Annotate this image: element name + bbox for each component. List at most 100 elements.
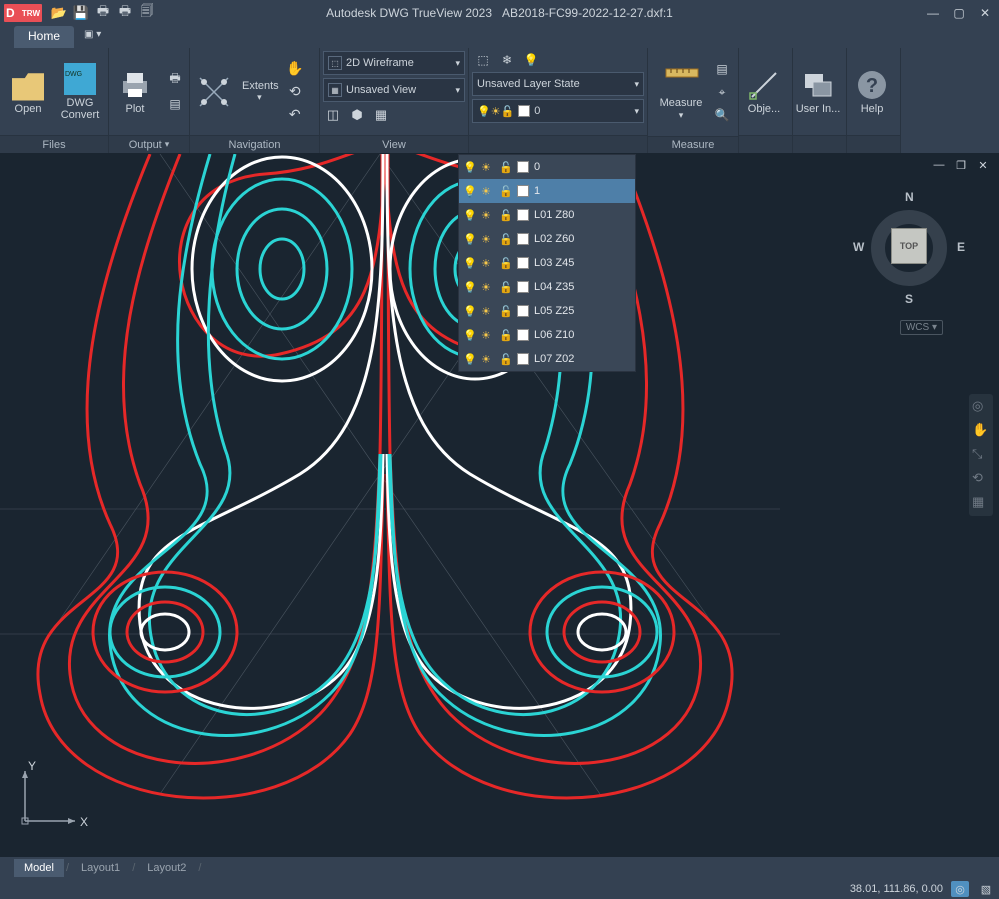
minimize-button[interactable]: — [923, 4, 943, 22]
navbar-zoom-icon[interactable]: ⤡ [972, 446, 990, 464]
navigation-bar: ◎ ✋ ⤡ ⟲ ▦ [969, 394, 993, 516]
list-icon[interactable]: ▤ [712, 59, 732, 79]
tab-model[interactable]: Model [14, 859, 64, 877]
panel-output: Plot 🖶 ▤ Output▾ [109, 48, 190, 153]
visual-style-dropdown[interactable]: ⬚ 2D Wireframe▾ [323, 51, 465, 75]
orbit-icon[interactable]: ⟲ [285, 82, 305, 102]
status-toggle-2[interactable]: ▧ [977, 881, 995, 897]
named-view-dropdown[interactable]: ▦ Unsaved View▾ [323, 78, 465, 102]
dwg-convert-button[interactable]: DWG Convert [54, 50, 106, 134]
panel-view-title: View [320, 135, 468, 153]
help-icon: ? [856, 69, 888, 101]
navbar-showmotion-icon[interactable]: ▦ [972, 494, 990, 512]
panel-layers: ⬚ ❄ 💡 Unsaved Layer State▾ 💡 ☀ 🔓 0▾ [469, 48, 648, 153]
zoom-extents-button[interactable] [194, 72, 234, 112]
ribbon-tabstrip: Home ▣ ▾ [0, 26, 999, 48]
layer-current-dropdown[interactable]: 💡 ☀ 🔓 0▾ [472, 99, 644, 123]
app-logo: TRW [4, 4, 42, 22]
open-button[interactable]: Open [2, 50, 54, 134]
osnap-button[interactable]: Obje... [739, 50, 789, 134]
panel-files: Open DWG Convert Files [0, 48, 109, 153]
status-bar: 38.01, 111.86, 0.00 ◎ ▧ [0, 879, 999, 899]
ui-button[interactable]: User In... [793, 50, 843, 134]
wcs-indicator[interactable]: WCS ▾ [900, 320, 943, 335]
extents-dropdown-icon[interactable]: ▾ [240, 92, 279, 103]
qat-print-icon[interactable]: 🖶 [94, 4, 112, 22]
panel-measure-title: Measure [648, 136, 738, 153]
dwg-icon [64, 63, 96, 95]
viewcube[interactable]: N S W E TOP [849, 188, 969, 308]
compass-n[interactable]: N [905, 190, 914, 204]
svg-text:?: ? [866, 75, 878, 97]
layer-props-icon[interactable]: ⬚ [474, 51, 492, 69]
status-toggle-1[interactable]: ◎ [951, 881, 969, 897]
layer-dropdown-list[interactable]: 💡☀🔓0 💡☀🔓1 💡☀🔓L01 Z80 💡☀🔓L02 Z60 💡☀🔓L03 Z… [458, 154, 636, 372]
tab-overflow[interactable]: ▣ ▾ [76, 26, 109, 48]
view-manager-icon[interactable]: ▦ [371, 105, 391, 125]
ucs-icon: X Y [10, 756, 90, 839]
title-bar: TRW 📂 💾 🖶 🖶 🗐 Autodesk DWG TrueView 2023… [0, 0, 999, 26]
layer-row-8[interactable]: 💡☀🔓L07 Z02 [459, 347, 635, 371]
plot-button[interactable]: Plot [109, 50, 161, 134]
view-cube-icon[interactable]: ◫ [323, 105, 343, 125]
navbar-orbit-icon[interactable]: ⟲ [972, 470, 990, 488]
panel-objectsnap: Obje... [739, 48, 793, 153]
printer-icon [119, 69, 151, 101]
layer-state-dropdown[interactable]: Unsaved Layer State▾ [472, 72, 644, 96]
doc-restore-button[interactable]: ❐ [953, 158, 969, 172]
folder-open-icon [12, 69, 44, 101]
ribbon: Open DWG Convert Files Plot 🖶 ▤ Output▾ [0, 48, 999, 154]
id-point2-icon[interactable]: 🔍 [712, 105, 732, 125]
pan-icon[interactable]: ✋ [285, 59, 305, 79]
panel-measure: Measure▾ ▤ ⌖ 🔍 Measure [648, 48, 739, 153]
panel-nav-title: Navigation [190, 135, 319, 153]
compass-s[interactable]: S [905, 292, 913, 306]
panel-output-title: Output▾ [109, 135, 189, 153]
tab-home[interactable]: Home [14, 26, 74, 48]
layer-row-7[interactable]: 💡☀🔓L06 Z10 [459, 323, 635, 347]
extents-label[interactable]: Extents [240, 80, 279, 92]
quick-access-toolbar: 📂 💾 🖶 🖶 🗐 [50, 4, 156, 22]
id-point-icon[interactable]: ⌖ [712, 82, 732, 102]
batch-plot-icon[interactable]: 🖶 [165, 70, 185, 90]
measure-button[interactable]: Measure▾ [652, 50, 710, 134]
layer-freeze-icon[interactable]: ❄ [498, 51, 516, 69]
layer-row-0[interactable]: 💡☀🔓0 [459, 155, 635, 179]
layer-row-2[interactable]: 💡☀🔓L01 Z80 [459, 203, 635, 227]
layer-row-5[interactable]: 💡☀🔓L04 Z35 [459, 275, 635, 299]
window-icon [802, 69, 834, 101]
maximize-button[interactable]: ▢ [949, 4, 969, 22]
back-icon[interactable]: ↶ [285, 105, 305, 125]
navbar-wheel-icon[interactable]: ◎ [972, 398, 990, 416]
panel-navigation: Extents ▾ ✋ ⟲ ↶ Navigation [190, 48, 320, 153]
layer-off-icon[interactable]: 💡 [522, 51, 540, 69]
layer-row-3[interactable]: 💡☀🔓L02 Z60 [459, 227, 635, 251]
panel-ui: User In... [793, 48, 847, 153]
panel-help: ? Help [847, 48, 901, 153]
qat-save-icon[interactable]: 💾 [72, 4, 90, 22]
close-button[interactable]: ✕ [975, 4, 995, 22]
help-button[interactable]: ? Help [847, 50, 897, 134]
qat-print2-icon[interactable]: 🖶 [116, 4, 134, 22]
wireframe-icon: ⬚ [328, 56, 342, 70]
layer-row-6[interactable]: 💡☀🔓L05 Z25 [459, 299, 635, 323]
page-setup-icon[interactable]: ▤ [165, 94, 185, 114]
compass-e[interactable]: E [957, 240, 965, 254]
osnap-icon [748, 69, 780, 101]
ucs-x-label: X [80, 815, 88, 829]
doc-close-button[interactable]: ✕ [975, 158, 991, 172]
tab-layout2[interactable]: Layout2 [137, 859, 196, 877]
navbar-pan-icon[interactable]: ✋ [972, 422, 990, 440]
layer-row-4[interactable]: 💡☀🔓L03 Z45 [459, 251, 635, 275]
viewcube-face-top[interactable]: TOP [891, 228, 927, 264]
panel-files-title: Files [0, 135, 108, 153]
layout-tabs: Model / Layout1 / Layout2 / [0, 857, 999, 879]
qat-publish-icon[interactable]: 🗐 [138, 4, 156, 22]
layer-row-1[interactable]: 💡☀🔓1 [459, 179, 635, 203]
doc-minimize-button[interactable]: — [931, 158, 947, 172]
qat-open-icon[interactable]: 📂 [50, 4, 68, 22]
tab-layout1[interactable]: Layout1 [71, 859, 130, 877]
compass-w[interactable]: W [853, 240, 864, 254]
view-3d-icon[interactable]: ⬢ [347, 105, 367, 125]
drawing-area: — ❐ ✕ [0, 154, 999, 879]
